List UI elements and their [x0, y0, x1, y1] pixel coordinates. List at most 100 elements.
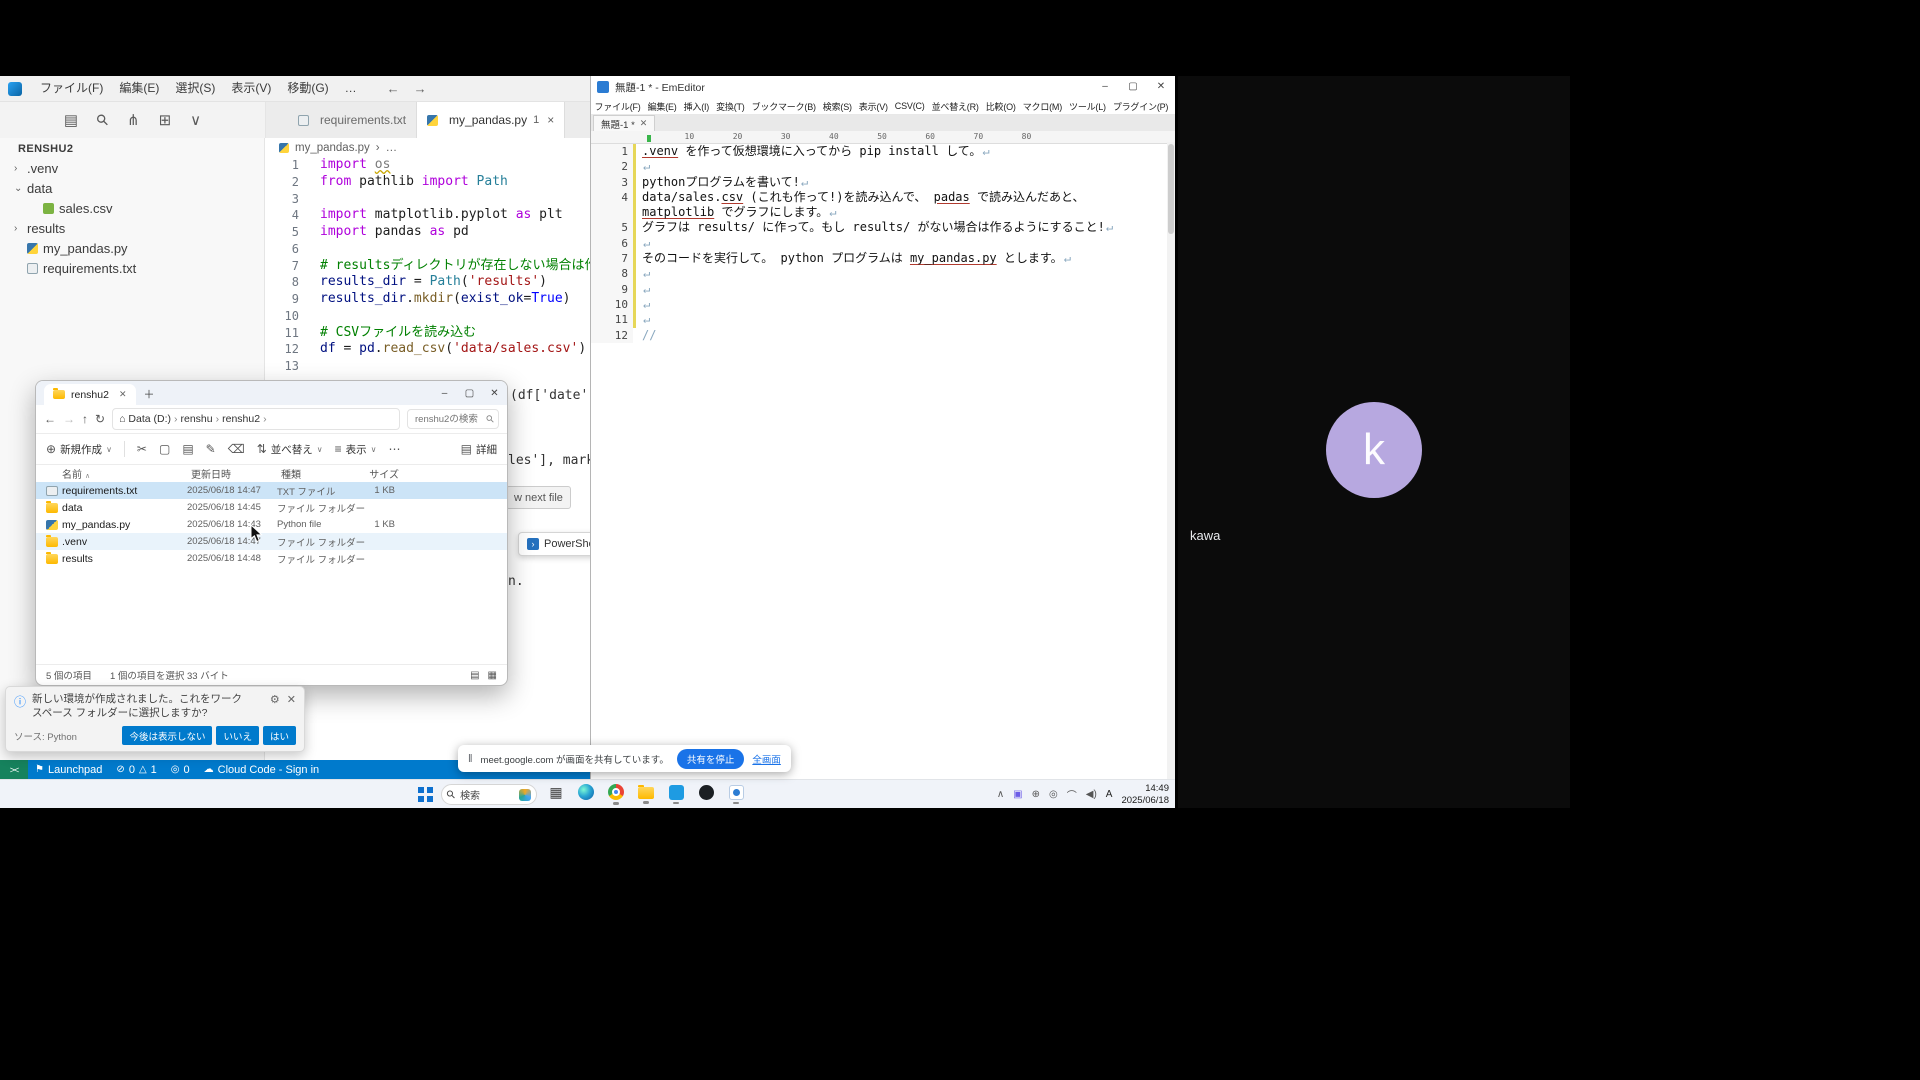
explorer-tab[interactable]: renshu2 ✕ [44, 384, 136, 405]
taskbar-clock[interactable]: 14:49 2025/06/18 [1121, 783, 1169, 807]
file-row[interactable]: my_pandas.py 2025/06/18 14:43 Python fil… [36, 516, 507, 533]
file-tree-item[interactable]: sales.csv [0, 198, 264, 218]
emeditor-menu-item[interactable]: 比較(O) [982, 100, 1019, 113]
remote-indicator[interactable]: >< [0, 760, 28, 779]
file-tree-item[interactable]: › results [0, 218, 264, 238]
copy-icon[interactable]: ▢ [159, 442, 170, 456]
vscode-menu-item[interactable]: … [337, 76, 365, 101]
column-header-type[interactable]: 種類 [281, 466, 351, 481]
breadcrumb-file[interactable]: my_pandas.py [295, 142, 370, 154]
file-row[interactable]: requirements.txt 2025/06/18 14:47 TXT ファ… [36, 482, 507, 499]
vscode-menu-item[interactable]: ファイル(F) [32, 76, 111, 101]
address-crumb[interactable]: renshu [181, 413, 223, 425]
column-header-name[interactable]: 名前∧ [62, 466, 191, 481]
cloud-code-status-item[interactable]: ☁ Cloud Code - Sign in [197, 764, 327, 776]
network-icon[interactable]: ⌒ [1067, 787, 1077, 802]
back-arrow-icon[interactable]: ← [387, 81, 400, 96]
emeditor-menu-item[interactable]: ツール(L) [1066, 100, 1110, 113]
breadcrumb-more[interactable]: … [386, 142, 398, 154]
emeditor-menu-item[interactable]: ファイル(F) [591, 100, 644, 113]
emeditor-menu-item[interactable]: プラグイン(P) [1109, 100, 1171, 113]
workspace-root-label[interactable]: RENSHU2 [0, 140, 264, 158]
notification-button[interactable]: 今後は表示しない [122, 726, 212, 745]
tray-status-icon[interactable]: ◎ [1049, 789, 1058, 800]
vscode-button[interactable] [665, 782, 687, 807]
stop-sharing-button[interactable]: 共有を停止 [677, 749, 745, 769]
file-row[interactable]: .venv 2025/06/18 14:47 ファイル フォルダー [36, 533, 507, 550]
emeditor-button[interactable] [725, 782, 747, 807]
file-tree-item[interactable]: › .venv [0, 158, 264, 178]
close-icon[interactable]: ✕ [287, 693, 296, 720]
volume-icon[interactable]: ◀) [1086, 789, 1097, 800]
view-button[interactable]: ≡ 表示 ∨ [335, 442, 377, 457]
ports-status-item[interactable]: ◎ 0 [164, 764, 197, 776]
editor-tab[interactable]: my_pandas.py 1 × [417, 102, 565, 138]
search-icon[interactable]: ⚲ [92, 110, 113, 131]
chrome-button[interactable] [605, 782, 627, 807]
tab-close-icon[interactable]: × [547, 113, 554, 127]
scrollbar-thumb[interactable] [1168, 144, 1174, 234]
emeditor-menu-item[interactable]: 並べ替え(R) [928, 100, 982, 113]
vscode-menu-item[interactable]: 移動(G) [279, 76, 336, 101]
participant-tile[interactable]: k kawa [1178, 76, 1570, 808]
tray-app-icon[interactable]: ▣ [1013, 789, 1022, 800]
extensions-icon[interactable]: ⊞ [159, 111, 172, 129]
large-icons-view-icon[interactable]: ▦ [488, 670, 497, 681]
vscode-menu-item[interactable]: 編集(E) [111, 76, 167, 101]
emeditor-menu-item[interactable]: ブックマーク(B) [748, 100, 819, 113]
back-arrow-icon[interactable]: ← [44, 412, 56, 426]
details-view-icon[interactable]: ▤ [470, 670, 479, 681]
file-row[interactable]: data 2025/06/18 14:45 ファイル フォルダー [36, 499, 507, 516]
paste-icon[interactable]: ▤ [182, 442, 193, 456]
editor-tab[interactable]: requirements.txt [288, 102, 417, 138]
tab-close-icon[interactable]: ✕ [119, 389, 127, 400]
vertical-scrollbar[interactable] [1167, 142, 1175, 779]
minimize-icon[interactable]: – [432, 388, 457, 399]
maximize-icon[interactable]: ▢ [457, 388, 482, 399]
github-desktop-button[interactable] [695, 782, 717, 807]
sort-button[interactable]: ⇅ 並べ替え ∨ [257, 442, 323, 457]
address-bar[interactable]: ⌂ Data (D:)renshurenshu2 [112, 408, 400, 430]
file-tree-item[interactable]: ⌄ data [0, 178, 264, 198]
new-tab-icon[interactable]: ＋ [144, 386, 155, 402]
tab-close-icon[interactable]: ✕ [640, 118, 648, 129]
file-row[interactable]: results 2025/06/18 14:48 ファイル フォルダー [36, 550, 507, 567]
address-crumb[interactable]: renshu2 [222, 413, 269, 425]
details-pane-button[interactable]: ▤ 詳細 [461, 442, 497, 457]
source-control-branch-icon[interactable]: ⋔ [127, 111, 140, 129]
emeditor-text-area[interactable]: 1 .venv を作って仮想環境に入ってから pip install して。↵ … [591, 144, 1175, 343]
file-tree-item[interactable]: requirements.txt [0, 258, 264, 278]
minimize-icon[interactable]: – [1091, 76, 1119, 98]
start-button[interactable] [418, 787, 433, 802]
problems-status-item[interactable]: ⊘ 0 △ 1 [109, 764, 163, 776]
close-icon[interactable]: ✕ [482, 388, 507, 399]
file-explorer-button[interactable] [635, 782, 657, 807]
explorer-search-box[interactable]: ⚲ [407, 409, 499, 429]
explorer-files-icon[interactable]: ▤ [64, 111, 78, 129]
column-header-size[interactable]: サイズ [351, 466, 399, 481]
gear-icon[interactable]: ⚙ [270, 693, 280, 720]
emeditor-menu-item[interactable]: CSV(C) [891, 101, 928, 111]
up-arrow-icon[interactable]: ↑ [82, 412, 88, 426]
task-view-button[interactable]: ▦ [545, 782, 567, 807]
more-options-icon[interactable]: ⋯ [389, 442, 401, 456]
maximize-icon[interactable]: ▢ [1119, 76, 1147, 98]
close-icon[interactable]: ✕ [1147, 76, 1175, 98]
launchpad-status-item[interactable]: ⚑ Launchpad [28, 764, 109, 776]
tray-overflow-chevron-icon[interactable]: ∧ [997, 789, 1004, 800]
emeditor-document-tab[interactable]: 無題-1 * ✕ [593, 115, 655, 131]
address-crumb[interactable]: Data (D:) [128, 413, 180, 425]
forward-arrow-icon[interactable]: → [63, 412, 75, 426]
refresh-icon[interactable]: ↻ [95, 412, 105, 426]
taskbar-search-box[interactable]: ⚲ 検索 [441, 784, 537, 805]
column-header-date[interactable]: 更新日時 [191, 466, 281, 481]
notification-button[interactable]: はい [263, 726, 296, 745]
emeditor-menu-item[interactable]: ウィンドウ(W) [1172, 100, 1175, 113]
notification-button[interactable]: いいえ [216, 726, 259, 745]
vscode-menu-item[interactable]: 選択(S) [167, 76, 223, 101]
forward-arrow-icon[interactable]: → [414, 81, 427, 96]
chevron-down-icon[interactable]: ∨ [190, 111, 201, 129]
code-area[interactable]: 1 import os 2 from pathlib import Path 3 [265, 157, 590, 375]
emeditor-menu-item[interactable]: 編集(E) [644, 100, 680, 113]
ime-indicator[interactable]: A [1106, 789, 1113, 800]
